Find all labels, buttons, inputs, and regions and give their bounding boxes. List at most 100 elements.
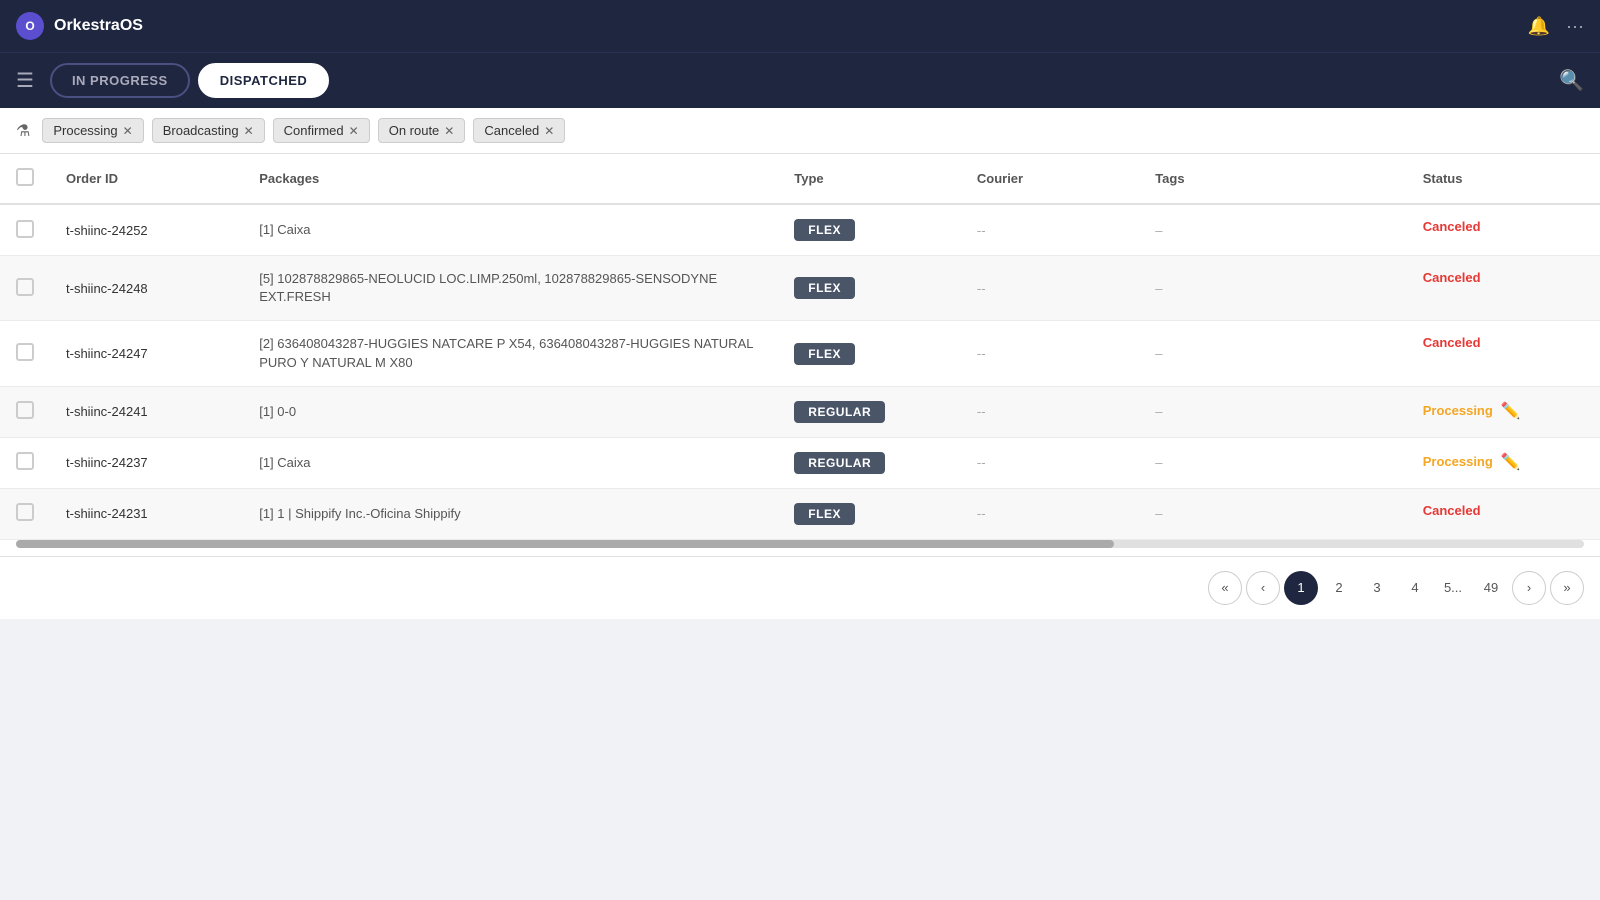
order-id-cell: t-shiinc-24237 xyxy=(50,437,243,488)
tags-cell: – xyxy=(1139,204,1407,256)
type-badge: REGULAR xyxy=(794,452,885,474)
remove-processing-filter[interactable]: ✕ xyxy=(123,124,133,138)
filter-icon: ⚗ xyxy=(16,121,30,141)
table-row: t-shiinc-24231 [1] 1 | Shippify Inc.-Ofi… xyxy=(0,488,1600,539)
packages-cell: [5] 102878829865-NEOLUCID LOC.LIMP.250ml… xyxy=(243,256,778,321)
status-badge: Processing xyxy=(1423,454,1493,469)
status-cell: Canceled xyxy=(1407,256,1600,299)
first-page-button[interactable]: « xyxy=(1208,571,1242,605)
courier-cell: -- xyxy=(961,488,1139,539)
packages-cell: [1] 1 | Shippify Inc.-Oficina Shippify xyxy=(243,488,778,539)
tab-in-progress[interactable]: IN PROGRESS xyxy=(50,63,190,98)
page-4-button[interactable]: 4 xyxy=(1398,571,1432,605)
page-49-button[interactable]: 49 xyxy=(1474,571,1508,605)
prev-page-button[interactable]: ‹ xyxy=(1246,571,1280,605)
top-navigation: O OrkestraOS 🔔 ··· xyxy=(0,0,1600,52)
last-page-button[interactable]: » xyxy=(1550,571,1584,605)
type-cell: REGULAR xyxy=(778,437,961,488)
scroll-area xyxy=(0,540,1600,556)
tags-cell: – xyxy=(1139,386,1407,437)
filter-chip-canceled[interactable]: Canceled ✕ xyxy=(473,118,565,143)
packages-cell: [1] Caixa xyxy=(243,204,778,256)
page-3-button[interactable]: 3 xyxy=(1360,571,1394,605)
row-checkbox[interactable] xyxy=(16,503,34,521)
status-badge: Processing xyxy=(1423,403,1493,418)
packages-cell: [2] 636408043287-HUGGIES NATCARE P X54, … xyxy=(243,321,778,386)
orders-table: Order ID Packages Type Courier Tags Stat… xyxy=(0,154,1600,540)
status-badge: Canceled xyxy=(1423,270,1481,285)
remove-broadcasting-filter[interactable]: ✕ xyxy=(244,124,254,138)
menu-icon[interactable]: ☰ xyxy=(16,68,34,93)
tags-cell: – xyxy=(1139,488,1407,539)
remove-canceled-filter[interactable]: ✕ xyxy=(544,124,554,138)
table-row: t-shiinc-24252 [1] Caixa FLEX -- – Cance… xyxy=(0,204,1600,256)
col-order-id: Order ID xyxy=(50,154,243,204)
scrollbar-thumb[interactable] xyxy=(16,540,1114,548)
remove-confirmed-filter[interactable]: ✕ xyxy=(349,124,359,138)
page-1-button[interactable]: 1 xyxy=(1284,571,1318,605)
tab-dispatched[interactable]: DISPATCHED xyxy=(198,63,330,98)
page-2-button[interactable]: 2 xyxy=(1322,571,1356,605)
order-id-cell: t-shiinc-24231 xyxy=(50,488,243,539)
status-cell: Processing ✏️ xyxy=(1407,438,1600,486)
packages-cell: [1] 0-0 xyxy=(243,386,778,437)
row-checkbox-cell xyxy=(0,488,50,539)
tags-cell: – xyxy=(1139,256,1407,321)
type-cell: REGULAR xyxy=(778,386,961,437)
filter-chip-broadcasting[interactable]: Broadcasting ✕ xyxy=(152,118,265,143)
tags-cell: – xyxy=(1139,321,1407,386)
type-cell: FLEX xyxy=(778,321,961,386)
courier-cell: -- xyxy=(961,321,1139,386)
table-row: t-shiinc-24241 [1] 0-0 REGULAR -- – Proc… xyxy=(0,386,1600,437)
type-cell: FLEX xyxy=(778,204,961,256)
more-icon[interactable]: ··· xyxy=(1566,16,1584,37)
packages-cell: [1] Caixa xyxy=(243,437,778,488)
row-checkbox-cell xyxy=(0,256,50,321)
order-id-cell: t-shiinc-24247 xyxy=(50,321,243,386)
edit-icon[interactable]: ✏️ xyxy=(1501,452,1521,472)
row-checkbox-cell xyxy=(0,321,50,386)
order-id-cell: t-shiinc-24248 xyxy=(50,256,243,321)
status-cell: Canceled xyxy=(1407,489,1600,532)
remove-on-route-filter[interactable]: ✕ xyxy=(444,124,454,138)
row-checkbox[interactable] xyxy=(16,220,34,238)
next-page-button[interactable]: › xyxy=(1512,571,1546,605)
filter-chip-on-route[interactable]: On route ✕ xyxy=(378,118,466,143)
select-all-checkbox[interactable] xyxy=(16,168,34,186)
row-checkbox[interactable] xyxy=(16,452,34,470)
table-header-row: Order ID Packages Type Courier Tags Stat… xyxy=(0,154,1600,204)
edit-icon[interactable]: ✏️ xyxy=(1501,401,1521,421)
status-badge: Canceled xyxy=(1423,335,1481,350)
status-badge: Canceled xyxy=(1423,219,1481,234)
table-row: t-shiinc-24237 [1] Caixa REGULAR -- – Pr… xyxy=(0,437,1600,488)
orders-table-container: Order ID Packages Type Courier Tags Stat… xyxy=(0,154,1600,540)
status-cell: Processing ✏️ xyxy=(1407,387,1600,435)
table-row: t-shiinc-24247 [2] 636408043287-HUGGIES … xyxy=(0,321,1600,386)
scrollbar-track[interactable] xyxy=(16,540,1584,548)
col-type: Type xyxy=(778,154,961,204)
filter-chip-processing[interactable]: Processing ✕ xyxy=(42,118,143,143)
col-tags: Tags xyxy=(1139,154,1407,204)
toolbar: ☰ IN PROGRESS DISPATCHED 🔍 xyxy=(0,52,1600,108)
search-icon[interactable]: 🔍 xyxy=(1559,68,1584,93)
nav-left: O OrkestraOS xyxy=(16,12,143,40)
bell-icon[interactable]: 🔔 xyxy=(1528,16,1550,37)
status-cell: Canceled xyxy=(1407,321,1600,364)
select-all-header[interactable] xyxy=(0,154,50,204)
row-checkbox-cell xyxy=(0,204,50,256)
courier-cell: -- xyxy=(961,437,1139,488)
table-row: t-shiinc-24248 [5] 102878829865-NEOLUCID… xyxy=(0,256,1600,321)
col-status: Status xyxy=(1407,154,1600,204)
type-cell: FLEX xyxy=(778,256,961,321)
status-cell: Canceled xyxy=(1407,205,1600,248)
row-checkbox-cell xyxy=(0,386,50,437)
row-checkbox[interactable] xyxy=(16,278,34,296)
app-title: OrkestraOS xyxy=(54,17,143,35)
pagination-bar: « ‹ 1 2 3 4 5... 49 › » xyxy=(0,556,1600,619)
filter-chip-confirmed[interactable]: Confirmed ✕ xyxy=(273,118,370,143)
type-badge: REGULAR xyxy=(794,401,885,423)
app-logo: O xyxy=(16,12,44,40)
row-checkbox[interactable] xyxy=(16,401,34,419)
page-5-button[interactable]: 5... xyxy=(1436,571,1470,605)
row-checkbox[interactable] xyxy=(16,343,34,361)
